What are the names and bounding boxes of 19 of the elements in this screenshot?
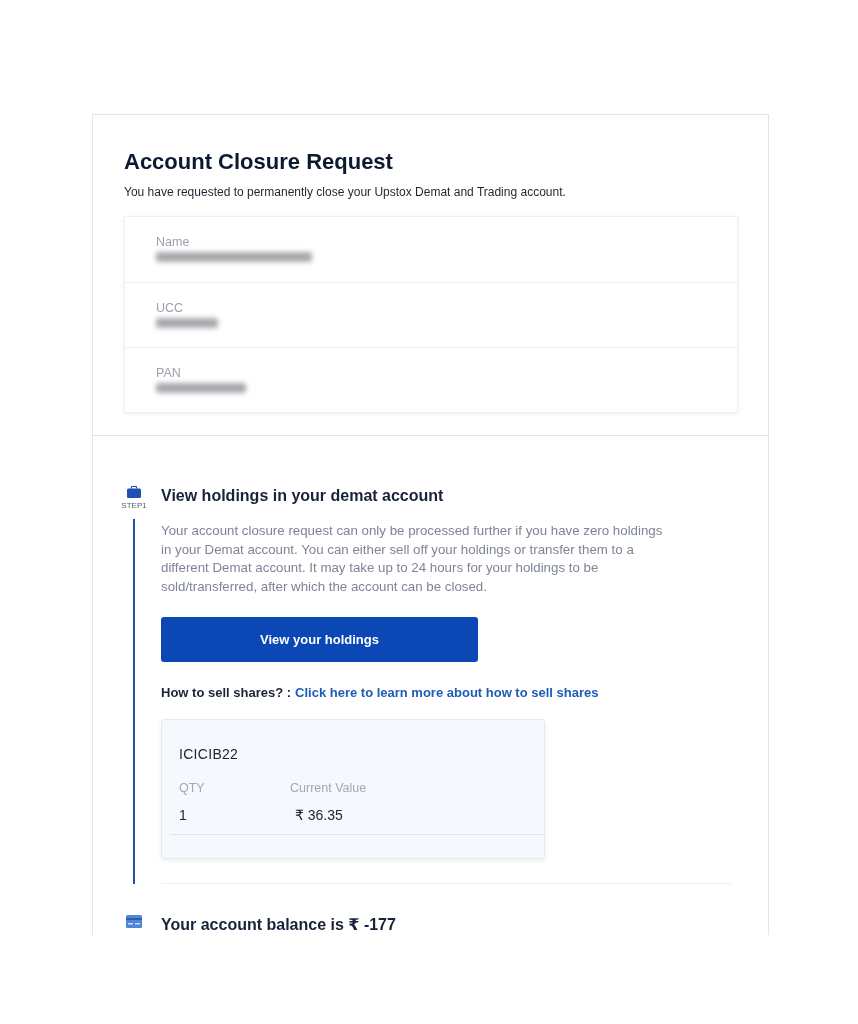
help-link[interactable]: Click here to learn more about how to sell shares — [295, 685, 599, 701]
column-label: QTY — [179, 781, 206, 795]
step-label: STEP1 — [121, 501, 147, 510]
step-title: View holdings in your demat account — [161, 486, 445, 506]
step-description: Your account closure request can only be processed further if you have zero holdings in your Demat account. You can either sell off your holdings or transfer them to a different Demat account. It may take up to 24 hours for your holdings to be sold/transferred, after which the account can be closed. — [161, 522, 664, 596]
field-label: UCC — [156, 301, 185, 315]
field-label: Name — [156, 235, 191, 249]
stock-symbol: ICICIB22 — [178, 746, 240, 762]
field-label: PAN — [156, 366, 182, 380]
page-title: Account Closure Request — [124, 150, 394, 174]
view-holdings-button[interactable]: View your holdings — [161, 617, 478, 662]
current-value: ₹ 36.35 — [294, 807, 344, 823]
balance-title: Your account balance is ₹ -177 — [161, 915, 397, 935]
briefcase-icon — [127, 486, 141, 498]
column-label: Current Value — [290, 781, 367, 795]
help-prompt: How to sell shares? : — [161, 685, 292, 701]
quantity-value: 1 — [179, 807, 188, 823]
bank-card-icon — [126, 915, 142, 928]
subtitle-text: You have requested to permanently close your Upstox Demat and Trading account. — [124, 185, 567, 200]
